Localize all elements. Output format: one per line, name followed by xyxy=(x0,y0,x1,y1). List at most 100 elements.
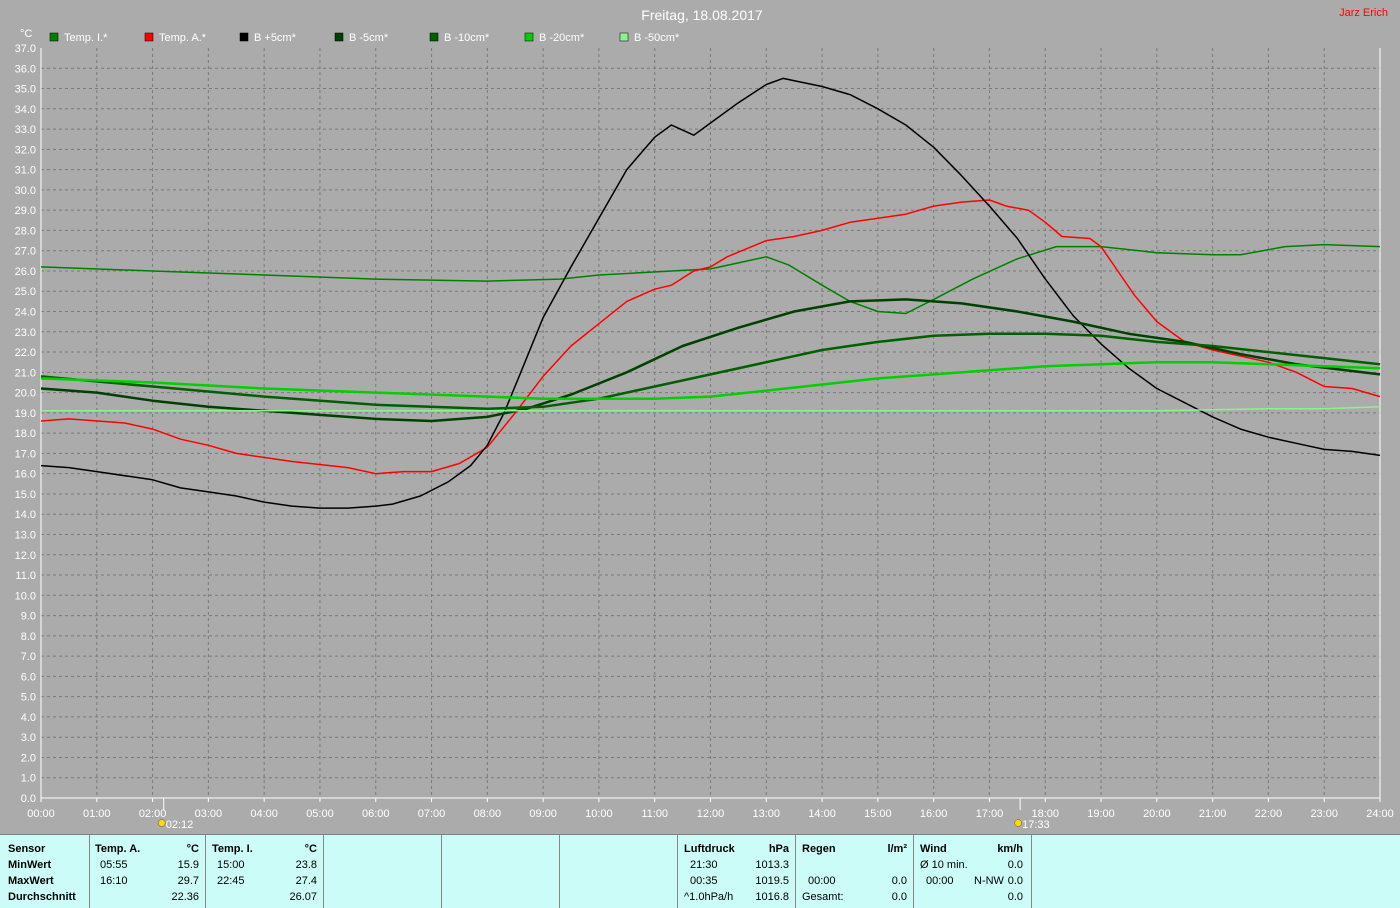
marker-label: 02:12 xyxy=(166,819,194,831)
stats-empty-col-1 xyxy=(324,835,442,908)
y-tick-label: 24.0 xyxy=(15,307,36,319)
x-tick-label: 03:00 xyxy=(195,808,223,820)
pressure-max-time: 00:35 xyxy=(690,875,718,887)
x-tick-label: 01:00 xyxy=(83,808,111,820)
legend-label: B -10cm* xyxy=(444,32,490,44)
temp-i-min-val: 23.8 xyxy=(295,859,317,871)
x-tick-label: 13:00 xyxy=(753,808,781,820)
x-tick-label: 09:00 xyxy=(529,808,557,820)
temp-a-min-time: 05:55 xyxy=(100,859,128,871)
legend-label: B +5cm* xyxy=(254,32,297,44)
temp-i-max-val: 27.4 xyxy=(295,875,317,887)
stats-wind-col: Wind km/h Ø 10 min. 0.0 00:00 N-NW 0.0 0… xyxy=(914,835,1032,908)
y-tick-label: 23.0 xyxy=(15,327,36,339)
y-tick-label: 2.0 xyxy=(21,752,36,764)
y-tick-label: 25.0 xyxy=(15,286,36,298)
x-tick-label: 10:00 xyxy=(585,808,613,820)
x-tick-label: 06:00 xyxy=(362,808,390,820)
y-tick-label: 10.0 xyxy=(15,590,36,602)
y-tick-label: 0.0 xyxy=(21,793,36,805)
y-tick-label: 29.0 xyxy=(15,205,36,217)
stats-empty-col-3 xyxy=(560,835,678,908)
x-tick-label: 02:00 xyxy=(139,808,167,820)
moon-icon xyxy=(157,819,166,827)
marker-label: 17:33 xyxy=(1022,819,1050,831)
y-axis-unit: °C xyxy=(20,28,32,40)
temp-i-max-time: 22:45 xyxy=(217,875,245,887)
wind-header: Wind xyxy=(920,843,947,855)
legend-swatch xyxy=(619,32,629,42)
x-tick-label: 12:00 xyxy=(697,808,725,820)
y-tick-label: 13.0 xyxy=(15,529,36,541)
stats-empty-col-2 xyxy=(442,835,560,908)
y-tick-label: 36.0 xyxy=(15,63,36,75)
wind-avg-label: Ø 10 min. xyxy=(920,859,968,871)
legend-swatch xyxy=(524,32,534,42)
legend-swatch xyxy=(239,32,249,42)
wind-unit: km/h xyxy=(997,843,1023,855)
wind-last-val: 0.0 xyxy=(1007,891,1023,903)
x-tick-label: 05:00 xyxy=(306,808,334,820)
y-tick-label: 18.0 xyxy=(15,428,36,440)
y-tick-label: 1.0 xyxy=(21,773,36,785)
temp-a-avg: 22.36 xyxy=(171,891,199,903)
stats-temp-a-col: Temp. A. °C 05:55 15.9 16:10 29.7 22.36 xyxy=(90,835,206,908)
temp-a-max-val: 29.7 xyxy=(177,875,199,887)
legend-label: B -20cm* xyxy=(539,32,585,44)
stats-row-min: MinWert xyxy=(8,859,52,871)
x-tick-label: 11:00 xyxy=(641,808,668,820)
x-tick-label: 17:00 xyxy=(976,808,1004,820)
y-tick-label: 7.0 xyxy=(21,651,36,663)
statistics-panel: Sensor MinWert MaxWert Durchschnitt Temp… xyxy=(0,834,1400,908)
rain-max-time: 00:00 xyxy=(808,875,836,887)
y-tick-label: 6.0 xyxy=(21,671,36,683)
stats-temp-i-col: Temp. I. °C 15:00 23.8 22:45 27.4 26.07 xyxy=(206,835,324,908)
x-tick-label: 08:00 xyxy=(474,808,502,820)
y-tick-label: 31.0 xyxy=(15,165,36,177)
y-tick-label: 33.0 xyxy=(15,124,36,136)
y-tick-label: 12.0 xyxy=(15,550,36,562)
author-label: Jarz Erich xyxy=(1339,7,1388,19)
y-tick-label: 32.0 xyxy=(15,144,36,156)
legend: Temp. I.* Temp. A.* B +5cm* B -5cm* B -10cm*… xyxy=(49,32,680,44)
wind-max-time: 00:00 xyxy=(926,875,954,887)
y-tick-label: 8.0 xyxy=(21,631,36,643)
rain-max-val: 0.0 xyxy=(891,875,907,887)
y-tick-label: 4.0 xyxy=(21,712,36,724)
x-tick-label: 22:00 xyxy=(1255,808,1283,820)
y-tick-label: 19.0 xyxy=(15,408,36,420)
temp-a-min-val: 15.9 xyxy=(177,859,199,871)
stats-sensor-header: Sensor xyxy=(8,843,46,855)
y-tick-label: 14.0 xyxy=(15,509,36,521)
pressure-min-time: 21:30 xyxy=(690,859,718,871)
x-tick-label: 14:00 xyxy=(808,808,836,820)
x-tick-label: 24:00 xyxy=(1366,808,1394,820)
pressure-min-val: 1013.3 xyxy=(755,859,789,871)
stats-row-avg: Durchschnitt xyxy=(8,891,76,903)
temp-i-min-time: 15:00 xyxy=(217,859,245,871)
x-tick-label: 00:00 xyxy=(27,808,55,820)
legend-swatch xyxy=(429,32,439,42)
y-tick-label: 20.0 xyxy=(15,388,36,400)
pressure-header: Luftdruck xyxy=(684,843,735,855)
y-tick-label: 30.0 xyxy=(15,185,36,197)
pressure-trend: ^1.0hPa/h xyxy=(684,891,734,903)
pressure-unit: hPa xyxy=(768,843,789,855)
x-tick-label: 04:00 xyxy=(250,808,278,820)
y-tick-label: 3.0 xyxy=(21,732,36,744)
sun-icon xyxy=(1014,819,1022,827)
rain-total-label: Gesamt: xyxy=(802,891,844,903)
x-tick-label: 21:00 xyxy=(1199,808,1227,820)
y-tick-label: 9.0 xyxy=(21,611,36,623)
x-tick-label: 19:00 xyxy=(1087,808,1115,820)
y-tick-label: 34.0 xyxy=(15,104,36,116)
temp-i-header: Temp. I. xyxy=(212,843,253,855)
y-tick-label: 16.0 xyxy=(15,469,36,481)
legend-swatch xyxy=(334,32,344,42)
legend-label: Temp. A.* xyxy=(159,32,207,44)
y-tick-label: 28.0 xyxy=(15,225,36,237)
pressure-max-val: 1019.5 xyxy=(755,875,789,887)
y-tick-label: 15.0 xyxy=(15,489,36,501)
temperature-chart: 0.0 1.0 2.0 3.0 4.0 5.0 6.0 7.0 8.0 9.0 10.0 11.0 12… xyxy=(15,7,1394,831)
x-tick-label: 07:00 xyxy=(418,808,446,820)
